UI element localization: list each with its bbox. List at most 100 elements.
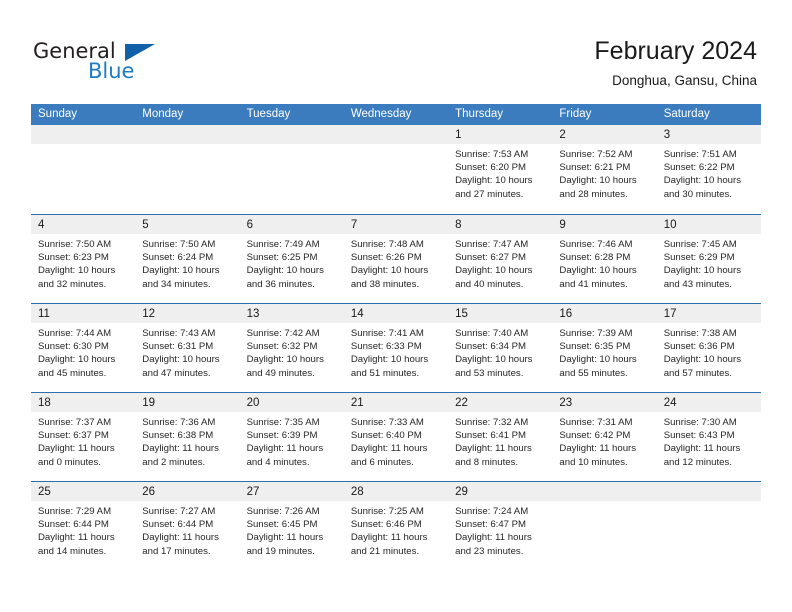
day-cell-22[interactable]: 22 Sunrise: 7:32 AM Sunset: 6:41 PM Dayligh… <box>448 393 553 481</box>
day-detail-line: Sunrise: 7:45 AM <box>663 239 737 250</box>
day-details: Sunrise: 7:39 AM Sunset: 6:35 PM Daylight:… <box>552 323 656 380</box>
day-number-strip: 20 <box>239 393 344 412</box>
day-cell-8[interactable]: 8 Sunrise: 7:47 AM Sunset: 6:27 PM Daylight… <box>448 215 553 303</box>
day-number: 23 <box>559 397 573 409</box>
calendar-week-row: 1 Sunrise: 7:53 AM Sunset: 6:20 PM Daylight… <box>31 125 761 214</box>
day-cell-23[interactable]: 23 Sunrise: 7:31 AM Sunset: 6:42 PM Dayligh… <box>552 393 657 481</box>
day-cell-9[interactable]: 9 Sunrise: 7:46 AM Sunset: 6:28 PM Daylight… <box>552 215 657 303</box>
day-details: Sunrise: 7:43 AM Sunset: 6:31 PM Daylight:… <box>135 323 239 380</box>
day-detail-line: Sunset: 6:22 PM <box>663 162 735 174</box>
day-cell-empty <box>552 482 657 570</box>
day-detail-line: and 45 minutes. <box>38 367 107 379</box>
day-number: 8 <box>455 219 462 231</box>
weekday-header-sunday: Sunday <box>38 108 78 120</box>
day-cell-1[interactable]: 1 Sunrise: 7:53 AM Sunset: 6:20 PM Daylight… <box>448 125 553 214</box>
day-cell-14[interactable]: 14 Sunrise: 7:41 AM Sunset: 6:33 PM Dayligh… <box>343 304 449 392</box>
day-detail-line: Sunset: 6:25 PM <box>246 252 318 264</box>
day-cell-5[interactable]: 5 Sunrise: 7:50 AM Sunset: 6:24 PM Daylight… <box>135 215 240 303</box>
day-detail-line: Sunrise: 7:48 AM <box>350 239 424 250</box>
day-cell-19[interactable]: 19 Sunrise: 7:36 AM Sunset: 6:38 PM Dayligh… <box>135 393 240 481</box>
day-detail-line: and 14 minutes. <box>38 545 107 557</box>
day-number: 18 <box>38 397 51 409</box>
day-details: Sunrise: 7:45 AM Sunset: 6:29 PM Daylight:… <box>657 234 761 291</box>
day-cell-17[interactable]: 17 Sunrise: 7:38 AM Sunset: 6:36 PM Dayligh… <box>656 304 761 392</box>
day-number: 21 <box>350 397 364 409</box>
day-detail-line: and 36 minutes. <box>246 278 315 290</box>
day-cell-2[interactable]: 2 Sunrise: 7:52 AM Sunset: 6:21 PM Daylight… <box>552 125 657 214</box>
day-cell-16[interactable]: 16 Sunrise: 7:39 AM Sunset: 6:35 PM Dayligh… <box>552 304 657 392</box>
day-detail-line: Sunset: 6:45 PM <box>246 519 318 531</box>
day-detail-line: Sunset: 6:28 PM <box>559 252 631 264</box>
day-cell-18[interactable]: 18 Sunrise: 7:37 AM Sunset: 6:37 PM Dayligh… <box>31 393 136 481</box>
day-number: 12 <box>142 308 156 320</box>
day-cell-empty <box>135 125 240 214</box>
day-detail-line: Daylight: 11 hours <box>246 532 324 544</box>
weekday-header-friday: Friday <box>559 108 592 120</box>
calendar-weeks: 1 Sunrise: 7:53 AM Sunset: 6:20 PM Daylight… <box>31 125 761 570</box>
day-detail-line: Sunrise: 7:40 AM <box>455 328 529 339</box>
day-cell-27[interactable]: 27 Sunrise: 7:26 AM Sunset: 6:45 PM Dayligh… <box>239 482 344 570</box>
day-detail-line: Sunrise: 7:51 AM <box>663 149 737 160</box>
day-details: Sunrise: 7:50 AM Sunset: 6:23 PM Daylight:… <box>31 234 135 291</box>
day-cell-24[interactable]: 24 Sunrise: 7:30 AM Sunset: 6:43 PM Dayligh… <box>656 393 761 481</box>
day-number: 26 <box>142 486 156 498</box>
day-detail-line: Daylight: 10 hours <box>663 265 742 277</box>
day-number-strip: 10 <box>656 215 761 234</box>
day-details: Sunrise: 7:44 AM Sunset: 6:30 PM Daylight:… <box>31 323 135 380</box>
day-detail-line: Sunrise: 7:47 AM <box>455 239 529 250</box>
day-detail-line: Sunrise: 7:35 AM <box>246 417 320 428</box>
day-detail-line: and 19 minutes. <box>246 545 315 557</box>
day-detail-line: Sunrise: 7:53 AM <box>455 149 529 160</box>
day-number-strip: 2 <box>552 125 657 144</box>
day-cell-7[interactable]: 7 Sunrise: 7:48 AM Sunset: 6:26 PM Daylight… <box>343 215 449 303</box>
day-detail-line: Daylight: 11 hours <box>350 443 428 455</box>
page-title: February 2024 <box>594 37 757 65</box>
day-detail-line: Daylight: 10 hours <box>246 265 324 277</box>
day-cell-6[interactable]: 6 Sunrise: 7:49 AM Sunset: 6:25 PM Daylight… <box>239 215 344 303</box>
day-cell-28[interactable]: 28 Sunrise: 7:25 AM Sunset: 6:46 PM Dayligh… <box>343 482 449 570</box>
day-detail-line: Sunrise: 7:30 AM <box>663 417 737 428</box>
day-detail-line: and 47 minutes. <box>142 367 211 379</box>
day-number-strip: 26 <box>135 482 240 501</box>
day-details: Sunrise: 7:46 AM Sunset: 6:28 PM Daylight:… <box>552 234 656 291</box>
day-detail-line: and 27 minutes. <box>455 188 524 200</box>
day-number-strip: 24 <box>656 393 761 412</box>
day-detail-line: Daylight: 10 hours <box>455 175 533 187</box>
day-detail-line: Daylight: 11 hours <box>38 532 115 544</box>
day-cell-21[interactable]: 21 Sunrise: 7:33 AM Sunset: 6:40 PM Dayligh… <box>343 393 449 481</box>
day-number: 28 <box>350 486 364 498</box>
day-detail-line: Daylight: 11 hours <box>455 532 532 544</box>
day-cell-29[interactable]: 29 Sunrise: 7:24 AM Sunset: 6:47 PM Dayligh… <box>448 482 553 570</box>
day-detail-line: Daylight: 10 hours <box>350 265 429 277</box>
day-details: Sunrise: 7:29 AM Sunset: 6:44 PM Daylight:… <box>31 501 135 558</box>
day-detail-line: Sunrise: 7:26 AM <box>246 506 320 517</box>
general-blue-logo[interactable]: General Blue <box>33 39 193 85</box>
day-detail-line: and 21 minutes. <box>350 545 420 557</box>
day-detail-line: Daylight: 10 hours <box>350 354 429 366</box>
day-cell-4[interactable]: 4 Sunrise: 7:50 AM Sunset: 6:23 PM Daylight… <box>31 215 136 303</box>
day-cell-13[interactable]: 13 Sunrise: 7:42 AM Sunset: 6:32 PM Dayligh… <box>239 304 344 392</box>
day-detail-line: and 2 minutes. <box>142 456 206 468</box>
day-detail-line: Sunset: 6:24 PM <box>142 252 214 264</box>
day-cell-12[interactable]: 12 Sunrise: 7:43 AM Sunset: 6:31 PM Dayligh… <box>135 304 240 392</box>
day-cell-25[interactable]: 25 Sunrise: 7:29 AM Sunset: 6:44 PM Dayligh… <box>31 482 136 570</box>
day-detail-line: Sunrise: 7:24 AM <box>455 506 529 517</box>
day-detail-line: Sunset: 6:32 PM <box>246 341 318 353</box>
day-detail-line: Daylight: 10 hours <box>663 354 742 366</box>
day-cell-11[interactable]: 11 Sunrise: 7:44 AM Sunset: 6:30 PM Dayligh… <box>31 304 136 392</box>
day-cell-3[interactable]: 3 Sunrise: 7:51 AM Sunset: 6:22 PM Daylight… <box>656 125 761 214</box>
calendar-week-row: 25 Sunrise: 7:29 AM Sunset: 6:44 PM Dayligh… <box>31 481 761 570</box>
day-detail-line: Sunrise: 7:49 AM <box>246 239 320 250</box>
day-number-strip: 3 <box>656 125 761 144</box>
day-cell-10[interactable]: 10 Sunrise: 7:45 AM Sunset: 6:29 PM Dayligh… <box>656 215 761 303</box>
day-details: Sunrise: 7:52 AM Sunset: 6:21 PM Daylight:… <box>552 144 656 201</box>
day-cell-26[interactable]: 26 Sunrise: 7:27 AM Sunset: 6:44 PM Dayligh… <box>135 482 240 570</box>
day-detail-line: Sunset: 6:38 PM <box>142 430 214 442</box>
day-cell-15[interactable]: 15 Sunrise: 7:40 AM Sunset: 6:34 PM Dayligh… <box>448 304 553 392</box>
day-details: Sunrise: 7:32 AM Sunset: 6:41 PM Daylight:… <box>448 412 552 469</box>
day-detail-line: Sunrise: 7:36 AM <box>142 417 216 428</box>
day-detail-line: Sunrise: 7:50 AM <box>142 239 216 250</box>
day-detail-line: Sunrise: 7:27 AM <box>142 506 216 517</box>
day-cell-20[interactable]: 20 Sunrise: 7:35 AM Sunset: 6:39 PM Dayligh… <box>239 393 344 481</box>
day-number: 9 <box>559 219 566 231</box>
